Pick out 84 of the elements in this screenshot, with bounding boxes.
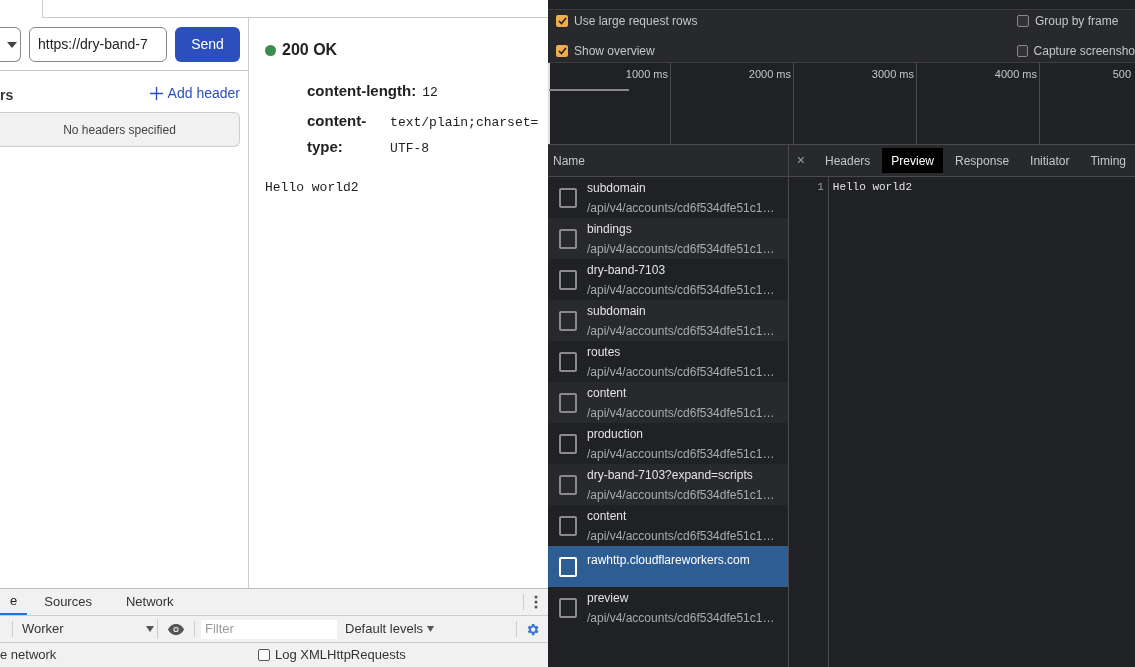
option-checkbox[interactable]: Show overview <box>556 42 1017 60</box>
detail-tab[interactable]: Preview <box>882 148 944 173</box>
file-icon <box>559 269 577 290</box>
request-name: content <box>587 508 628 525</box>
detail-tab[interactable]: Headers <box>816 148 880 173</box>
request-path: /api/v4/accounts/cd6f534dfe51c1… <box>587 610 775 627</box>
checkmark-icon <box>557 17 567 25</box>
status-text: 200 OK <box>282 40 338 60</box>
option-checkbox[interactable]: Group by frame <box>1017 12 1135 30</box>
settings-icon[interactable] <box>525 621 540 637</box>
request-path: /api/v4/accounts/cd6f534dfe51c1… <box>587 528 775 545</box>
checkmark-icon <box>557 47 567 55</box>
send-button[interactable]: Send <box>175 27 240 62</box>
request-path: /api/v4/accounts/cd6f534dfe51c1… <box>587 405 775 422</box>
add-header-link[interactable]: Add header <box>149 83 240 104</box>
request-name: subdomain <box>587 303 647 320</box>
request-name: bindings <box>587 221 633 238</box>
time-tick: 500 <box>1112 67 1131 82</box>
request-path: /api/v4/accounts/cd6f534dfe51c1… <box>587 323 775 340</box>
eye-icon[interactable] <box>168 623 184 635</box>
headers-label: rs <box>0 86 14 105</box>
option-checkbox[interactable]: Use large request rows <box>556 12 1017 30</box>
detail-tab[interactable]: Initiator <box>1021 148 1079 173</box>
file-icon <box>559 556 577 577</box>
console-tab[interactable]: Sources <box>27 589 109 615</box>
request-name: subdomain <box>587 180 647 197</box>
option-checkbox[interactable]: Capture screensho <box>1017 42 1135 60</box>
method-dropdown[interactable] <box>0 27 21 62</box>
request-row[interactable]: bindings /api/v4/accounts/cd6f534dfe51c1… <box>548 218 788 259</box>
request-name: preview <box>587 590 630 607</box>
request-name: production <box>587 426 645 443</box>
levels-dropdown[interactable]: Default levels <box>345 619 435 639</box>
filter-field[interactable]: Filter <box>201 619 337 639</box>
caret-icon <box>7 41 17 48</box>
more-icon[interactable] <box>534 595 538 609</box>
request-name: rawhttp.cloudflareworkers.com <box>587 552 750 569</box>
request-name: routes <box>587 344 622 361</box>
plus-icon <box>149 87 163 100</box>
request-path: /api/v4/accounts/cd6f534dfe51c1… <box>587 364 775 381</box>
time-tick: 1000 ms <box>625 67 668 82</box>
request-row[interactable]: subdomain /api/v4/accounts/cd6f534dfe51c1… <box>548 300 788 341</box>
request-name: content <box>587 385 628 402</box>
caret-icon <box>427 626 435 632</box>
console-tab[interactable]: Network <box>108 589 191 615</box>
time-tick: 2000 ms <box>748 67 791 82</box>
request-path: /api/v4/accounts/cd6f534dfe51c1… <box>587 487 775 504</box>
time-tick: 4000 ms <box>994 67 1037 82</box>
file-icon <box>559 351 577 372</box>
file-icon <box>559 474 577 495</box>
file-icon <box>559 597 577 618</box>
file-icon <box>559 433 577 454</box>
request-path: /api/v4/accounts/cd6f534dfe51c1… <box>587 241 775 258</box>
empty-headers-message: No headers specified <box>0 112 240 147</box>
file-icon <box>559 310 577 331</box>
request-row[interactable]: content /api/v4/accounts/cd6f534dfe51c1… <box>548 382 788 423</box>
line-number: 1 <box>788 177 829 667</box>
preserve-network-label: e network <box>0 646 58 665</box>
request-path: /api/v4/accounts/cd6f534dfe51c1… <box>587 282 775 299</box>
request-name: dry-band-7103?expand=scripts <box>587 467 754 484</box>
url-field[interactable]: https://dry-band-7 <box>29 27 167 62</box>
context-dropdown[interactable]: Worker <box>13 619 158 639</box>
request-row[interactable]: rawhttp.cloudflareworkers.com <box>548 546 788 587</box>
request-path: /api/v4/accounts/cd6f534dfe51c1… <box>587 446 775 463</box>
close-button[interactable]: × <box>796 150 805 171</box>
time-tick: 3000 ms <box>871 67 914 82</box>
detail-tab[interactable]: Response <box>946 148 1019 173</box>
log-xhr-checkbox[interactable]: Log XMLHttpRequests <box>258 645 406 665</box>
header-value: 12 <box>422 84 438 102</box>
detail-tab[interactable]: Timing <box>1081 148 1135 173</box>
request-name: dry-band-7103 <box>587 262 667 279</box>
file-icon <box>559 392 577 413</box>
preview-text: Hello world2 <box>831 180 912 195</box>
console-tab[interactable]: e <box>0 589 28 615</box>
file-icon <box>559 228 577 249</box>
request-row[interactable]: dry-band-7103?expand=scripts /api/v4/accounts/cd6f534dfe51c1… <box>548 464 788 505</box>
file-icon <box>559 187 577 208</box>
header-name: content-type: <box>307 111 368 157</box>
caret-icon <box>146 626 154 632</box>
header-value: text/plain;charset=UTF-8 <box>390 114 540 158</box>
name-column-header: Name <box>548 145 788 177</box>
header-name: content-length: <box>307 81 417 101</box>
response-body: Hello world2 <box>265 179 360 197</box>
request-path: /api/v4/accounts/cd6f534dfe51c1… <box>587 200 775 217</box>
file-icon <box>559 515 577 536</box>
